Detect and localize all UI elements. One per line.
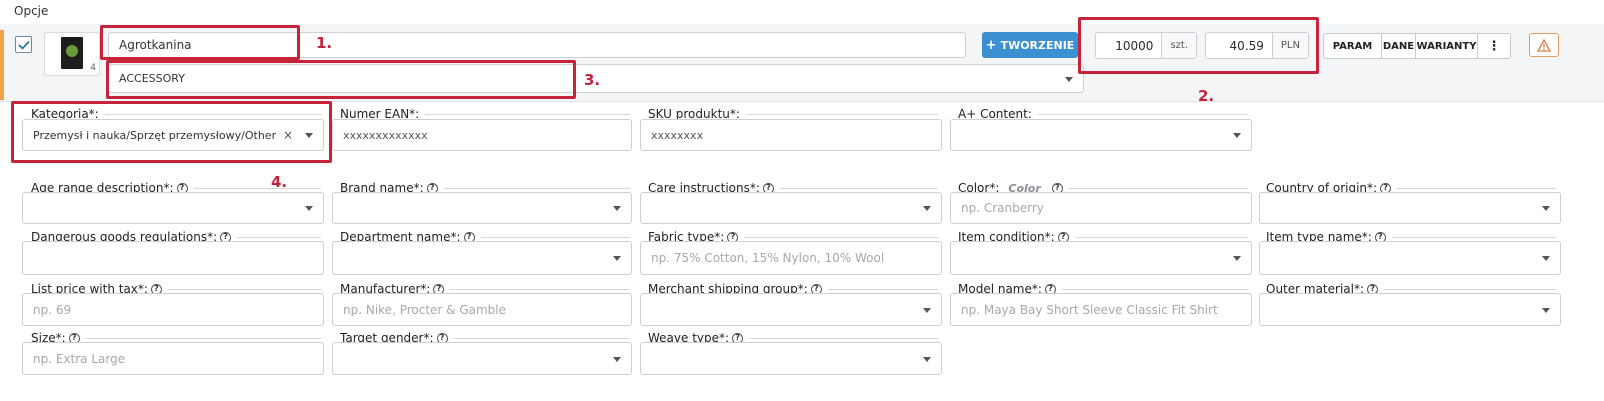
shipping-select[interactable] xyxy=(640,293,942,326)
weave-select[interactable] xyxy=(640,342,942,375)
chevron-down-icon xyxy=(613,206,621,211)
annotation-label-3: 3. xyxy=(584,71,601,89)
age-range-select[interactable] xyxy=(22,192,324,224)
annotation-label-2: 2. xyxy=(1198,87,1215,105)
chevron-down-icon xyxy=(1065,76,1073,82)
list-price-input[interactable]: np. 69 xyxy=(22,293,324,326)
action-button-group: PARAM DANE WARIANTY ⋮ xyxy=(1323,33,1511,59)
list-price-placeholder: np. 69 xyxy=(33,302,72,317)
care-select[interactable] xyxy=(640,192,942,224)
annotation-box-2 xyxy=(1078,17,1319,74)
chevron-down-icon xyxy=(1233,256,1241,261)
chevron-down-icon xyxy=(1233,133,1241,138)
model-input[interactable]: np. Maya Bay Short Sleeve Classic Fit Sh… xyxy=(950,293,1252,326)
brand-select[interactable] xyxy=(332,192,632,224)
fabric-input[interactable]: np. 75% Cotton, 15% Nylon, 10% Wool xyxy=(640,241,942,275)
chevron-down-icon xyxy=(613,256,621,261)
sku-value: xxxxxxxx xyxy=(651,128,704,142)
chevron-down-icon xyxy=(1542,256,1550,261)
country-select[interactable] xyxy=(1259,192,1561,224)
item-type-select[interactable] xyxy=(1259,241,1561,275)
more-menu-icon[interactable]: ⋮ xyxy=(1478,34,1510,58)
fabric-placeholder: np. 75% Cotton, 15% Nylon, 10% Wool xyxy=(651,251,885,265)
create-button-label: TWORZENIE xyxy=(1000,38,1075,52)
manufacturer-input[interactable]: np. Nike, Procter & Gamble xyxy=(332,293,632,326)
ean-value: xxxxxxxxxxxxx xyxy=(343,128,428,142)
annotation-box-1 xyxy=(100,25,300,60)
row-checkbox[interactable] xyxy=(15,36,32,53)
condition-select[interactable] xyxy=(950,241,1252,275)
chevron-down-icon xyxy=(923,356,931,362)
annotation-box-3 xyxy=(106,60,576,99)
sku-input[interactable]: xxxxxxxx xyxy=(640,119,942,151)
clear-icon[interactable]: × xyxy=(283,128,293,142)
department-select[interactable] xyxy=(332,241,632,275)
gender-select[interactable] xyxy=(332,342,632,375)
chevron-down-icon xyxy=(1542,206,1550,211)
image-count: 4 xyxy=(90,63,96,73)
product-image xyxy=(61,37,83,69)
chevron-down-icon xyxy=(1542,307,1550,313)
warning-icon xyxy=(1537,38,1551,52)
chevron-down-icon xyxy=(923,307,931,313)
chevron-down-icon xyxy=(305,133,313,138)
color-input[interactable]: np. Cranberry xyxy=(950,192,1252,224)
size-input[interactable]: np. Extra Large xyxy=(22,342,324,375)
chevron-down-icon xyxy=(613,356,621,362)
kategoria-value: Przemysł i nauka/Sprzęt przemysłowy/Othe… xyxy=(33,128,277,142)
dangerous-input[interactable] xyxy=(22,241,324,275)
ean-input[interactable]: xxxxxxxxxxxxx xyxy=(332,119,632,151)
section-title: Opcje xyxy=(14,4,49,18)
chevron-down-icon xyxy=(305,206,313,211)
param-button[interactable]: PARAM xyxy=(1324,34,1382,58)
color-placeholder: np. Cranberry xyxy=(961,201,1044,215)
size-placeholder: np. Extra Large xyxy=(33,351,126,366)
chevron-down-icon xyxy=(923,206,931,211)
plus-icon: + xyxy=(985,37,997,53)
annotation-label-1: 1. xyxy=(316,34,333,52)
check-icon xyxy=(17,40,30,50)
manufacturer-placeholder: np. Nike, Procter & Gamble xyxy=(343,302,507,317)
create-button[interactable]: + TWORZENIE xyxy=(982,32,1078,58)
product-thumbnail[interactable]: 4 xyxy=(44,32,100,76)
model-placeholder: np. Maya Bay Short Sleeve Classic Fit Sh… xyxy=(961,302,1218,317)
kategoria-select[interactable]: Przemysł i nauka/Sprzęt przemysłowy/Othe… xyxy=(22,119,324,151)
aplus-select[interactable] xyxy=(950,119,1252,151)
row-edge-marker xyxy=(0,30,4,100)
dane-button[interactable]: DANE xyxy=(1382,34,1416,58)
warning-button[interactable] xyxy=(1529,33,1559,57)
warianty-button[interactable]: WARIANTY xyxy=(1416,34,1478,58)
outer-select[interactable] xyxy=(1259,293,1561,326)
